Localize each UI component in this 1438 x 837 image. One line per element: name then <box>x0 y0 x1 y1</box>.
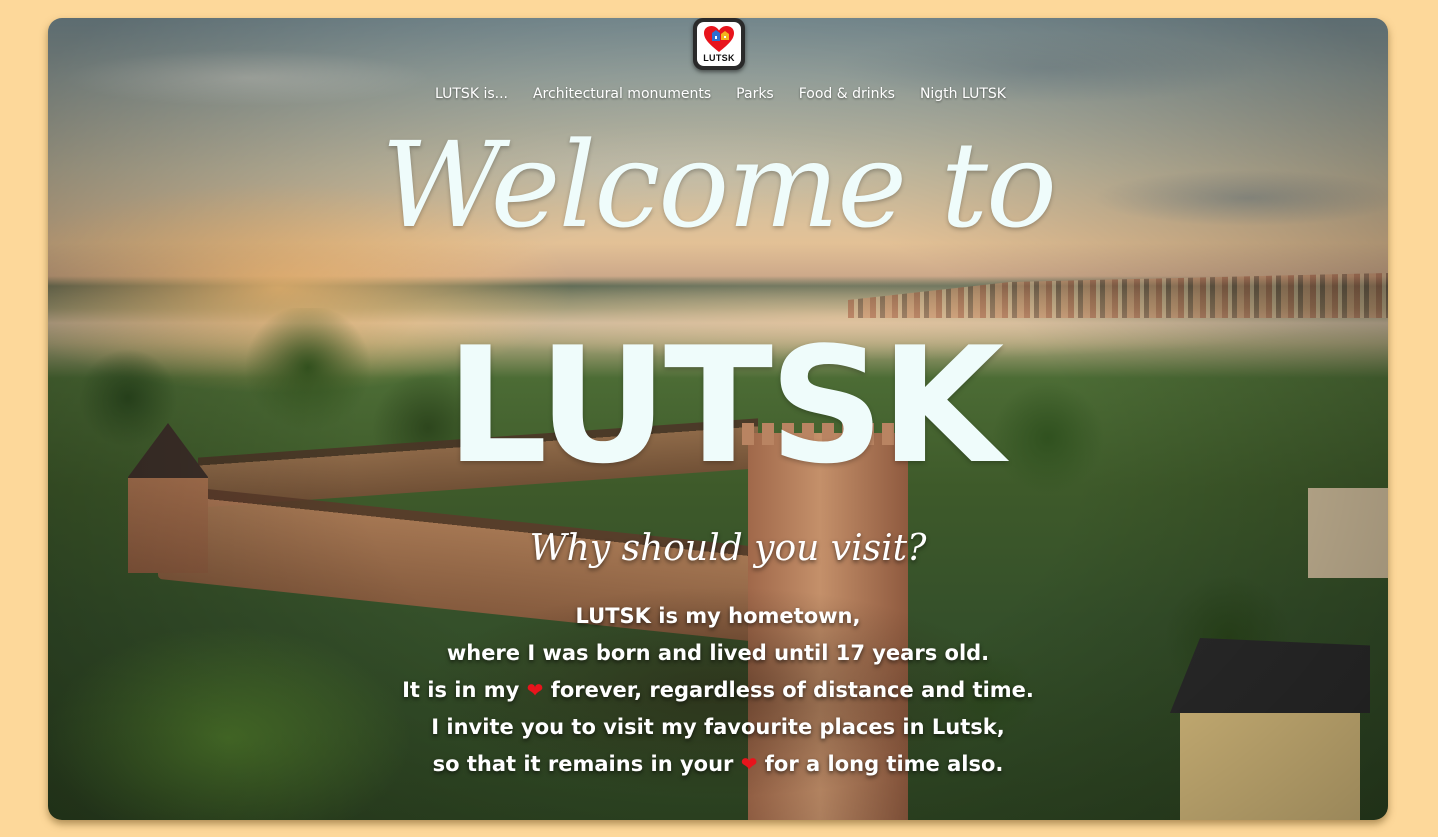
main-nav: LUTSK is... Architectural monuments Park… <box>48 86 1388 102</box>
heart-icon: ❤ <box>526 678 544 702</box>
logo-text: LUTSK <box>703 53 735 63</box>
nav-item-food-drinks[interactable]: Food & drinks <box>799 86 895 102</box>
nav-item-night-lutsk[interactable]: Nigth LUTSK <box>920 86 1006 102</box>
nav-item-architectural-monuments[interactable]: Architectural monuments <box>533 86 711 102</box>
city-title: LUTSK <box>445 312 1005 499</box>
intro-line-5-start: so that it remains in your <box>432 752 734 776</box>
subtitle: Why should you visit? <box>529 528 927 569</box>
heart-icon <box>704 26 734 52</box>
welcome-heading: Welcome to <box>380 116 1057 254</box>
intro-line-3: It is in my ❤ forever, regardless of dis… <box>48 672 1388 709</box>
nav-item-parks[interactable]: Parks <box>736 86 774 102</box>
intro-line-2: where I was born and lived until 17 year… <box>446 641 990 665</box>
logo[interactable]: LUTSK <box>693 18 745 70</box>
intro-line-5-end: for a long time also. <box>764 752 1004 776</box>
logo-badge: LUTSK <box>697 22 741 66</box>
intro-line-3-end: forever, regardless of distance and time… <box>550 678 1034 702</box>
intro-line-1: LUTSK is my hometown, <box>575 604 861 628</box>
intro-line-5: so that it remains in your ❤ for a long … <box>48 746 1388 783</box>
intro-text: LUTSK is my hometown, where I was born a… <box>48 598 1388 783</box>
heart-icon: ❤ <box>740 752 758 776</box>
intro-line-4: I invite you to visit my favourite place… <box>431 715 1005 739</box>
hero-banner: LUTSK LUTSK is... Architectural monument… <box>48 18 1388 820</box>
intro-line-3-start: It is in my <box>402 678 520 702</box>
nav-item-lutsk-is[interactable]: LUTSK is... <box>435 86 508 102</box>
